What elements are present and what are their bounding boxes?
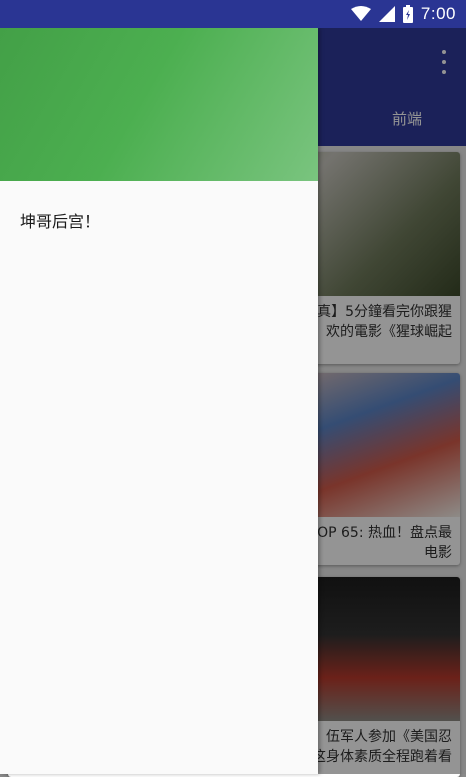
- drawer-header: [0, 28, 318, 181]
- navigation-drawer: 坤哥后宫！: [0, 28, 318, 774]
- battery-icon: [402, 5, 413, 23]
- status-time: 7:00: [420, 4, 456, 23]
- wifi-icon: [350, 6, 371, 21]
- status-icons: 7:00: [350, 0, 456, 28]
- drawer-item-harem[interactable]: 坤哥后宫！: [20, 208, 100, 232]
- status-bar: 7:00: [0, 0, 466, 28]
- signal-icon: [378, 6, 395, 22]
